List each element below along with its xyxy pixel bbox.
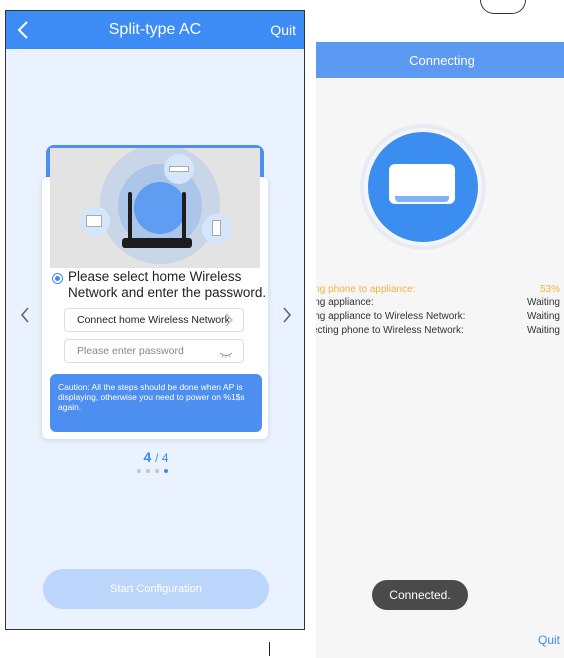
app-header: Split-type AC Quit [6,11,304,49]
status-value: Waiting [527,311,560,322]
router-illustration [50,148,260,268]
chevron-right-icon [223,312,235,328]
back-chevron-icon[interactable] [12,17,34,43]
page-title: Split-type AC [108,21,202,38]
prev-step-arrow-icon[interactable] [18,305,32,325]
eye-hidden-icon[interactable] [219,349,233,358]
status-label: ecting phone to Wireless Network: [316,325,464,336]
status-label: ing phone to appliance: [316,284,416,295]
radio-selected-icon[interactable] [52,273,63,284]
page-dot-active [164,469,168,473]
ac-device-icon [164,154,194,184]
step-indicator: 4 / 4 [6,449,304,465]
instruction-row: Please select home Wireless Network and … [52,269,268,301]
divider-line [269,642,270,656]
password-field[interactable]: Please enter password [64,339,244,363]
window-unit-icon [80,206,110,236]
status-label: ing appliance: [316,297,374,308]
status-value: Waiting [527,325,560,336]
page-dot [146,469,150,473]
decorative-edge [480,0,526,14]
instruction-text: Please select home Wireless Network and … [68,269,267,300]
setup-screen: Split-type AC Quit Please select home Wi… [5,10,305,630]
status-value: Waiting [527,297,560,308]
connecting-title: Connecting [409,52,475,68]
connecting-screen: Connecting ing phone to appliance: 53% i… [316,42,564,658]
screenshot-canvas: Split-type AC Quit Please select home Wi… [0,0,564,658]
step-current: 4 [143,449,152,465]
network-select-field[interactable]: Connect home Wireless Network [64,308,244,332]
caution-box: Caution: All the steps should be done wh… [50,374,262,432]
network-field-value: Connect home Wireless Network [77,314,230,326]
router-icon [122,238,192,248]
status-value: 53% [539,284,560,295]
step-total: / 4 [155,451,169,465]
signal-ring-inner [134,182,186,234]
quit-button[interactable]: Quit [270,22,296,38]
page-dot [155,469,159,473]
status-label: ing appliance to Wireless Network: [316,311,466,322]
page-dots [137,469,168,473]
password-placeholder: Please enter password [77,345,184,357]
portable-ac-icon [202,214,232,244]
connected-toast: Connected. [372,580,468,610]
next-step-arrow-icon[interactable] [280,305,294,325]
start-configuration-button[interactable]: Start Configuration [43,569,269,609]
page-dot [137,469,141,473]
router-antenna-right [182,192,186,242]
connecting-header: Connecting [316,42,564,78]
quit-link[interactable]: Quit [538,633,560,647]
router-antenna-left [128,192,132,242]
air-conditioner-vent [395,196,449,202]
